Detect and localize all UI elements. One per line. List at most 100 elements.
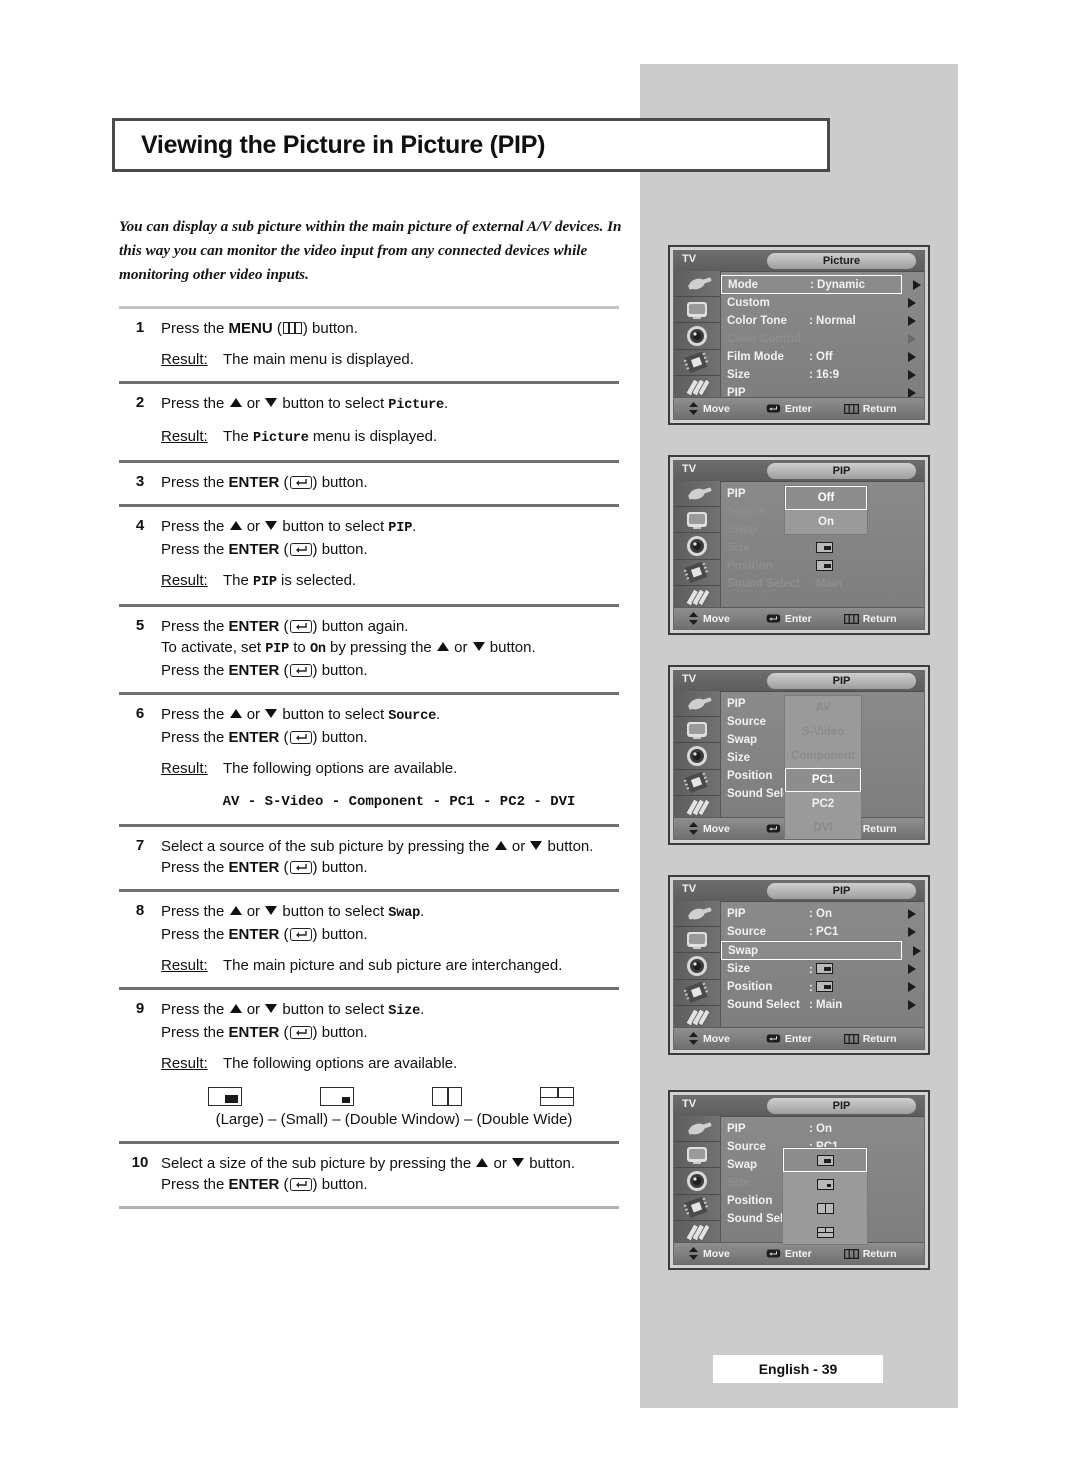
- osd-row[interactable]: Position:: [721, 978, 924, 996]
- step-line: Press the ENTER () button.: [161, 541, 368, 558]
- osd-enter-label: Enter: [784, 402, 812, 415]
- osd-dropdown-item[interactable]: DVI: [785, 816, 861, 839]
- step-line: Press the or button to select Picture.: [161, 395, 449, 413]
- enter-icon: [766, 614, 781, 623]
- osd-row[interactable]: Size:: [721, 539, 924, 557]
- osd-row[interactable]: Size:: [721, 960, 924, 978]
- osd-return-label: Return: [862, 402, 897, 415]
- up-arrow-icon: [476, 1158, 489, 1167]
- chevron-right-icon: [908, 909, 916, 919]
- osd-return-label: Return: [862, 1247, 897, 1260]
- osd-row[interactable]: Color Tone: Normal: [721, 312, 924, 330]
- osd-sidebar-tv-icon[interactable]: [674, 1142, 720, 1169]
- step-row: 6 Press the or button to select Source. Pr…: [119, 695, 619, 824]
- osd-sidebar: [674, 271, 721, 402]
- osd-row[interactable]: Source: PC1: [721, 923, 924, 941]
- chevron-right-icon: [908, 334, 916, 344]
- osd-enter-label: Enter: [784, 612, 812, 625]
- intro-paragraph: You can display a sub picture within the…: [119, 218, 622, 283]
- osd-header: TV PIP: [674, 461, 924, 482]
- osd-sidebar-speaker-icon[interactable]: [674, 1168, 720, 1195]
- osd-row-label: Source: [727, 926, 766, 938]
- osd-dropdown[interactable]: Off On: [784, 485, 868, 535]
- osd-sidebar-antenna-icon[interactable]: [674, 901, 720, 928]
- osd-row[interactable]: Position:: [721, 557, 924, 575]
- step-number: 6: [135, 705, 145, 722]
- osd-sidebar-chip-icon[interactable]: [674, 770, 720, 796]
- osd-sidebar-tv-icon[interactable]: [674, 507, 720, 534]
- osd-dropdown-item[interactable]: [783, 1196, 867, 1220]
- osd-row[interactable]: Custom: [721, 294, 924, 312]
- osd-sidebar-speaker-icon[interactable]: [674, 533, 720, 560]
- osd-screen: TVPIPPIP:Source:SwapSize:Position:Sound …: [673, 670, 925, 840]
- step-body: Press the or button to select Source. Pre…: [161, 704, 619, 813]
- osd-sidebar-tv-icon[interactable]: [674, 927, 720, 954]
- osd-dropdown-item[interactable]: Component: [785, 744, 861, 768]
- divider: [119, 1206, 619, 1209]
- osd-dropdown-item[interactable]: PC1: [785, 768, 861, 792]
- osd-row[interactable]: Color Control: [721, 330, 924, 348]
- osd-row[interactable]: PIP: On: [721, 905, 924, 923]
- osd-sidebar-tv-icon[interactable]: [674, 717, 720, 744]
- step-number: 2: [135, 394, 145, 411]
- osd-sidebar-chip-icon[interactable]: [674, 980, 720, 1006]
- osd-dropdown-item[interactable]: S-Video: [785, 720, 861, 744]
- down-arrow-icon: [265, 1004, 278, 1013]
- osd-pip-menu-swap: TV PIP PIP: On Source: PC1 Swap Size: Positio…: [668, 875, 930, 1055]
- size-double-wide-icon: [816, 1226, 834, 1238]
- osd-sidebar-chip-icon[interactable]: [674, 1195, 720, 1221]
- size-double-window-icon: [816, 1202, 834, 1214]
- osd-sidebar-antenna-icon[interactable]: [674, 481, 720, 508]
- osd-sidebar-speaker-icon[interactable]: [674, 953, 720, 980]
- osd-dropdown-item[interactable]: [783, 1172, 867, 1196]
- osd-row[interactable]: PIP: On: [721, 1120, 924, 1138]
- osd-footer: Move Enter Return: [674, 1242, 924, 1264]
- enter-icon: [766, 824, 781, 833]
- osd-enter-hint: Enter: [766, 1248, 812, 1260]
- osd-sidebar-speaker-icon[interactable]: [674, 323, 720, 350]
- step-row: 7 Select a source of the sub picture by p…: [119, 827, 619, 889]
- osd-row[interactable]: Film Mode: Off: [721, 348, 924, 366]
- osd-row-value: : 16:9: [809, 369, 840, 381]
- osd-sidebar-chip-icon[interactable]: [674, 560, 720, 586]
- footer-text: English - 39: [758, 1361, 838, 1377]
- osd-sidebar-antenna-icon[interactable]: [674, 691, 720, 718]
- osd-dropdown-item[interactable]: Off: [785, 486, 867, 510]
- osd-sidebar-antenna-icon[interactable]: [674, 271, 720, 298]
- osd-sidebar-tv-icon[interactable]: [674, 297, 720, 324]
- osd-dropdown-item[interactable]: [783, 1220, 867, 1244]
- down-arrow-icon: [265, 521, 278, 530]
- down-arrow-icon: [265, 398, 278, 407]
- osd-move-hint: Move: [688, 612, 730, 625]
- osd-dropdown-item[interactable]: On: [785, 510, 867, 534]
- size-small-icon: [816, 1178, 834, 1190]
- osd-dropdown[interactable]: [782, 1147, 868, 1245]
- osd-row-label: Size: [727, 542, 751, 554]
- osd-row[interactable]: Sound Select: Main: [721, 575, 924, 593]
- osd-dropdown-item[interactable]: [783, 1148, 867, 1172]
- osd-screen: TV Picture Mode: Dynamic Custom Color Tone: …: [673, 250, 925, 420]
- size-double-window-icon: [432, 1087, 462, 1106]
- osd-row[interactable]: Swap: [721, 941, 921, 960]
- result-text: The main menu is displayed.: [223, 351, 414, 368]
- osd-sidebar-antenna-icon[interactable]: [674, 1116, 720, 1143]
- osd-row[interactable]: Mode: Dynamic: [721, 275, 921, 294]
- chevron-right-icon: [913, 280, 921, 290]
- osd-dropdown-item[interactable]: PC2: [785, 792, 861, 816]
- step-number: 4: [135, 517, 145, 534]
- step-body: Press the MENU () button. Result: The main…: [161, 318, 619, 370]
- osd-enter-label: Enter: [784, 1247, 812, 1260]
- menu-term: PIP: [265, 642, 290, 657]
- osd-dropdown[interactable]: AV S-Video Component PC1 PC2 DVI: [784, 695, 862, 839]
- osd-return-hint: Return: [843, 1033, 897, 1045]
- result-label: Result:: [161, 428, 208, 445]
- osd-sidebar-chip-icon[interactable]: [674, 350, 720, 376]
- osd-header: TV PIP: [674, 881, 924, 902]
- osd-row[interactable]: Sound Select: Main: [721, 996, 924, 1014]
- page-title-box: Viewing the Picture in Picture (PIP): [112, 118, 830, 172]
- osd-sidebar-speaker-icon[interactable]: [674, 743, 720, 770]
- chevron-right-icon: [908, 316, 916, 326]
- osd-row[interactable]: Size: 16:9: [721, 366, 924, 384]
- osd-menu-title: PIP: [832, 465, 851, 477]
- osd-dropdown-item[interactable]: AV: [785, 696, 861, 720]
